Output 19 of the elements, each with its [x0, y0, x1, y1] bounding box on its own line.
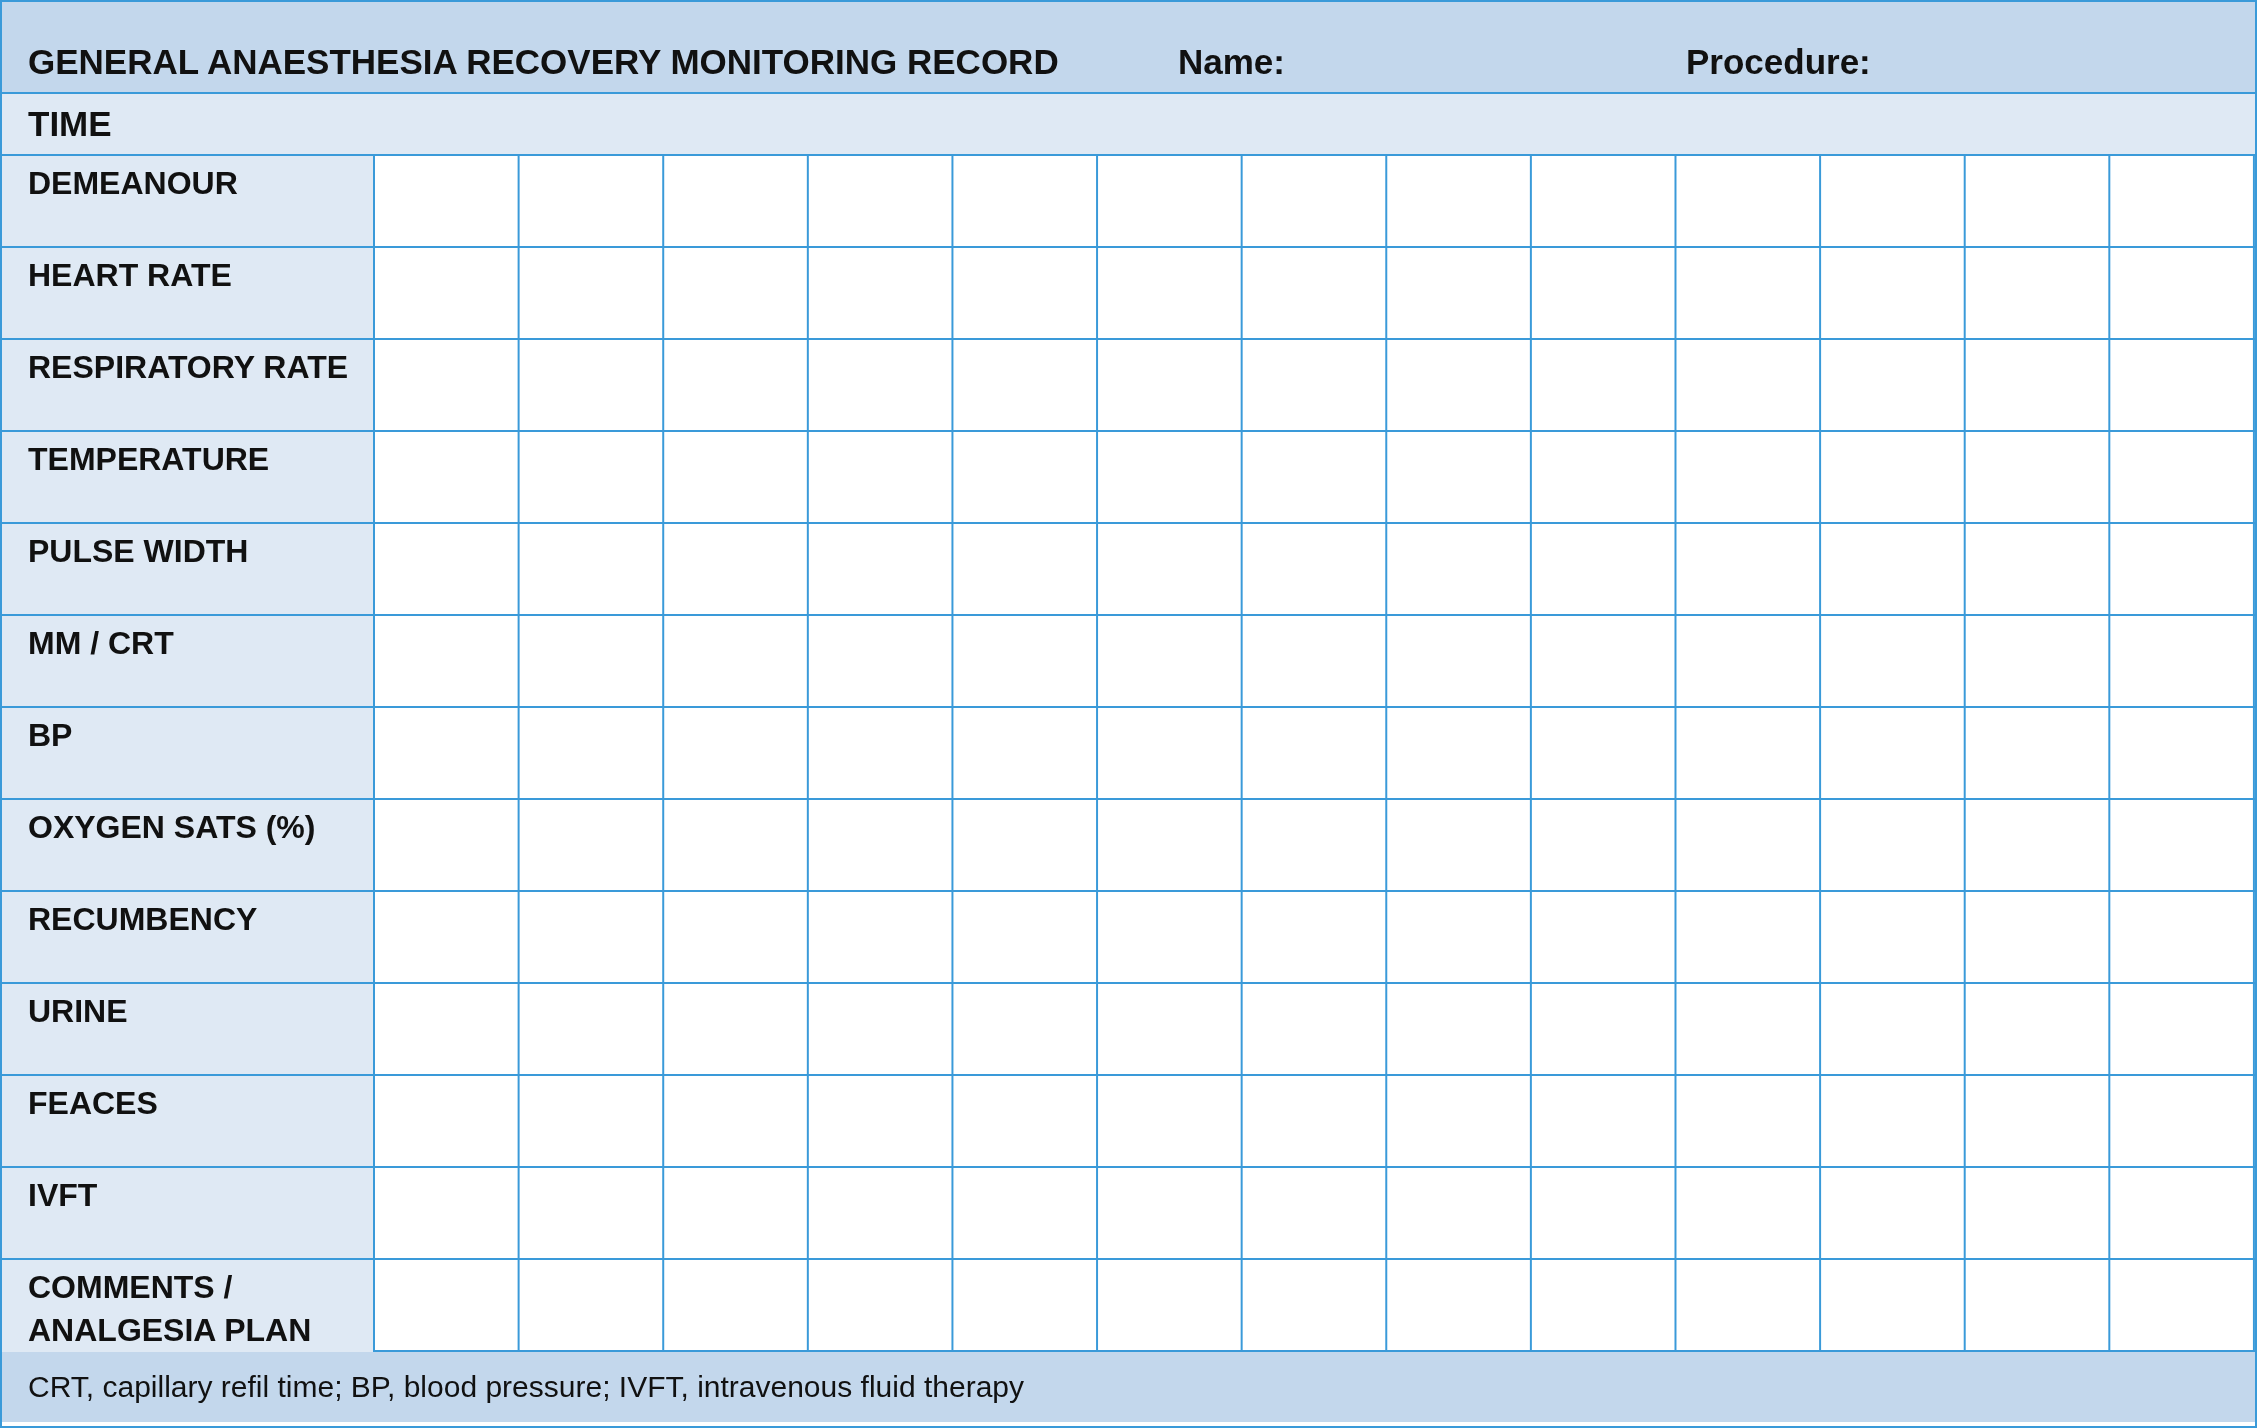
row-label: IVFT	[28, 1176, 99, 1215]
row-label: RECUMBENCY	[28, 900, 259, 939]
form-title: GENERAL ANAESTHESIA RECOVERY MONITORING RECORD	[28, 42, 1060, 82]
row-label: URINE	[28, 992, 129, 1031]
footnote: CRT, capillary refil time; BP, blood pressure; IVFT, intravenous fluid therapy	[28, 1370, 1024, 1404]
row-label: BP	[28, 716, 74, 755]
row-label: TEMPERATURE	[28, 440, 271, 479]
procedure-label: Procedure:	[1686, 42, 1871, 82]
row-label: DEMEANOUR	[28, 164, 239, 203]
entry-grid[interactable]	[375, 156, 2255, 1352]
row-label: MM / CRT	[28, 624, 175, 663]
row-label: RESPIRATORY RATE	[28, 348, 350, 387]
name-label: Name:	[1178, 42, 1286, 82]
row-label: COMMENTS / ANALGESIA PLAN	[28, 1268, 313, 1350]
row-label: OXYGEN SATS (%)	[28, 808, 317, 847]
row-label: FEACES	[28, 1084, 159, 1123]
row-label: HEART RATE	[28, 256, 233, 295]
row-label: PULSE WIDTH	[28, 532, 250, 571]
time-label: TIME	[28, 104, 112, 144]
